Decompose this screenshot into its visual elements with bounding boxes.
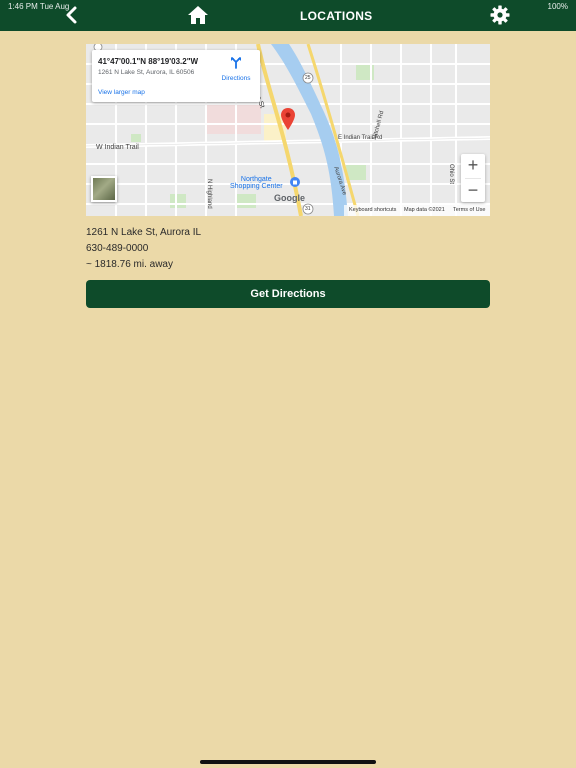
status-time: 1:46 PM Tue Aug	[8, 2, 70, 11]
map-coordinates: 41°47'00.1"N 88°19'03.2"W	[98, 57, 199, 66]
map-label-highland: N Highland	[206, 179, 212, 209]
map-label-indian-trail-w: W Indian Trail	[96, 144, 139, 151]
map-data-text: Map data ©2021	[404, 207, 445, 213]
map-attribution: Keyboard shortcuts Map data ©2021 Terms …	[344, 205, 490, 216]
zoom-controls: + −	[461, 154, 485, 202]
status-battery: 100%	[547, 2, 568, 11]
location-distance: ~ 1818.76 mi. away	[86, 259, 173, 270]
map-directions-link[interactable]: Directions	[218, 56, 254, 82]
home-icon	[188, 6, 208, 24]
location-address: 1261 N Lake St, Aurora IL	[86, 227, 202, 238]
map-directions-label: Directions	[221, 75, 251, 82]
keyboard-shortcuts-link[interactable]: Keyboard shortcuts	[349, 207, 396, 213]
top-nav-bar: 1:46 PM Tue Aug 100% LOCATIONS	[0, 0, 576, 31]
gear-icon	[490, 5, 510, 25]
chevron-left-icon	[66, 6, 77, 24]
map-info-card: 41°47'00.1"N 88°19'03.2"W 1261 N Lake St…	[92, 50, 260, 102]
home-button[interactable]	[187, 5, 209, 25]
location-phone[interactable]: 630-489-0000	[86, 243, 148, 254]
map-pin-icon[interactable]	[281, 108, 295, 130]
satellite-toggle[interactable]	[91, 176, 117, 202]
map-label-ohio: Ohio St	[448, 164, 454, 185]
map-label-northgate: Northgate	[240, 176, 272, 183]
back-button[interactable]	[64, 5, 80, 25]
poi-northgate[interactable]: Northgate Shopping Center	[230, 176, 283, 190]
shopping-icon	[290, 177, 300, 187]
location-map[interactable]: Medical Center Aurora N Lake St W Indian…	[86, 44, 490, 216]
google-logo: Google	[274, 193, 305, 203]
page-title: LOCATIONS	[300, 9, 373, 23]
terms-link[interactable]: Terms of Use	[453, 207, 485, 213]
zoom-out-button[interactable]: −	[461, 179, 485, 202]
map-label-shopping-center: Shopping Center	[230, 183, 283, 190]
map-address: 1261 N Lake St, Aurora, IL 60506	[98, 69, 195, 76]
directions-icon	[231, 57, 241, 69]
home-indicator	[200, 760, 376, 764]
map-label-route-25: 25	[305, 75, 311, 81]
get-directions-button[interactable]: Get Directions	[86, 280, 490, 308]
map-label-route-31: 31	[305, 206, 311, 212]
settings-button[interactable]	[490, 5, 510, 25]
zoom-in-button[interactable]: +	[461, 154, 485, 178]
view-larger-map-link[interactable]: View larger map	[98, 89, 145, 96]
